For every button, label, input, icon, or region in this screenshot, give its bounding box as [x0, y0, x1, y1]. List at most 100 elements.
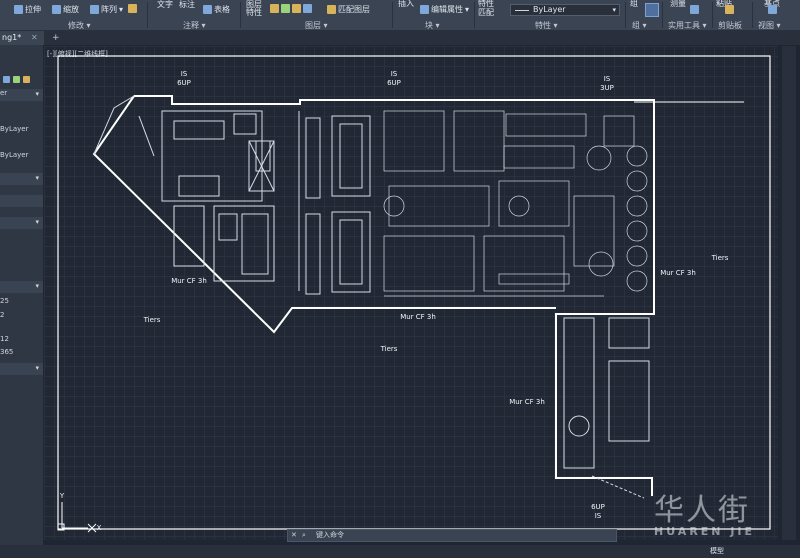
- ribbon-divider: [752, 2, 753, 28]
- stretch-icon: [14, 5, 23, 14]
- group-button[interactable]: 组: [630, 0, 638, 9]
- stair-tag-bottom: 6UP: [177, 79, 191, 87]
- insert-label: 插入: [398, 0, 414, 8]
- palette-row-value: 365: [0, 348, 14, 356]
- paste-icon-button[interactable]: [725, 5, 734, 14]
- file-tab-label: ng1*: [2, 33, 22, 42]
- stretch-label: 拉伸: [25, 5, 41, 14]
- line-sample: [515, 10, 529, 11]
- palette-row[interactable]: 2: [0, 311, 43, 319]
- chevron-down-icon: ▾: [465, 5, 470, 14]
- panel-block-label: 块: [425, 21, 433, 30]
- scale-label: 缩放: [63, 5, 79, 14]
- panel-annotation[interactable]: 注释 ▾: [183, 20, 206, 31]
- tiers-label: Tiers: [380, 345, 398, 353]
- floor-plan: IS 6UP IS 6UP IS 3UP 6UP IS Mur CF 3h Mu…: [57, 55, 771, 533]
- palette-row-value: ByLayer: [0, 151, 29, 159]
- match-properties-label: 特性匹配: [478, 0, 494, 17]
- model-space-button[interactable]: 模型: [710, 545, 724, 558]
- panel-properties-label: 特性: [535, 21, 551, 30]
- ribbon: 拉伸 缩放 阵列 ▾ 修改 ▾ 文字 标注 表格 注释 ▾ 图层特性 匹配图层: [0, 0, 800, 31]
- palette-section-header[interactable]: ▾: [0, 217, 43, 229]
- palette-row[interactable]: 365: [0, 348, 43, 356]
- close-icon[interactable]: ✕: [291, 530, 297, 541]
- close-icon[interactable]: ✕: [31, 31, 38, 45]
- quick-calc-button[interactable]: [690, 5, 699, 14]
- panel-modify-label: 修改: [68, 21, 84, 30]
- panel-block[interactable]: 块 ▾: [425, 20, 440, 31]
- file-tabs: ng1* ✕ +: [0, 31, 800, 45]
- search-icon[interactable]: ⌕: [302, 530, 306, 541]
- measure-button[interactable]: 测量: [670, 0, 686, 9]
- insert-button[interactable]: 插入: [398, 0, 414, 9]
- array-icon: [90, 5, 99, 14]
- stair-tag-top: 6UP: [591, 503, 605, 511]
- table-label: 表格: [214, 5, 230, 14]
- palette-row[interactable]: ByLayer: [0, 125, 43, 133]
- tiers-label: Tiers: [711, 254, 729, 262]
- palette-row[interactable]: 12: [0, 335, 43, 343]
- scale-icon: [52, 5, 61, 14]
- sheet-border: [57, 55, 771, 530]
- calculator-icon: [690, 5, 699, 14]
- palette-row[interactable]: 25: [0, 297, 43, 305]
- wall-rating-label: Mur CF 3h: [509, 398, 545, 406]
- match-layer-icon: [327, 5, 336, 14]
- palette-section-header[interactable]: ▾: [0, 173, 43, 185]
- palette-row[interactable]: er ▾: [0, 89, 43, 101]
- array-button[interactable]: 阵列 ▾: [90, 4, 123, 15]
- palette-pickadd-icon[interactable]: [23, 76, 30, 83]
- tiers-label: Tiers: [143, 316, 161, 324]
- vertical-scrollbar[interactable]: [782, 46, 796, 540]
- properties-palette: er ▾ ByLayer ByLayer ▾ ▾ ▾ 25 2 12 365 ▾: [0, 45, 44, 558]
- status-bar: 模型: [0, 545, 800, 558]
- panel-view-label: 视图: [758, 21, 774, 30]
- wall-rating-label: Mur CF 3h: [660, 269, 696, 277]
- scale-button[interactable]: 缩放: [52, 4, 79, 15]
- text-label: 文字: [157, 0, 173, 9]
- clipboard-icon: [725, 5, 734, 14]
- chevron-down-icon: ▾: [35, 174, 39, 182]
- panel-clipboard-label: 剪贴板: [718, 21, 742, 30]
- palette-row-value: 2: [0, 311, 5, 319]
- panel-groups[interactable]: 组 ▾: [632, 20, 647, 31]
- panel-view[interactable]: 视图 ▾: [758, 20, 781, 31]
- panel-clipboard[interactable]: 剪贴板: [718, 20, 742, 31]
- panel-layers[interactable]: 图层 ▾: [305, 20, 328, 31]
- palette-row[interactable]: ByLayer: [0, 151, 43, 159]
- service-wing: [563, 317, 650, 499]
- panel-utilities[interactable]: 实用工具 ▾: [668, 20, 707, 31]
- offset-button[interactable]: [128, 4, 137, 13]
- palette-row-value: 25: [0, 297, 9, 305]
- text-button[interactable]: 文字: [157, 0, 173, 10]
- panel-layers-label: 图层: [305, 21, 321, 30]
- layer-properties-button[interactable]: 图层特性: [246, 1, 266, 17]
- match-layer-button[interactable]: 匹配图层: [327, 4, 370, 15]
- panel-modify[interactable]: 修改 ▾: [68, 20, 91, 31]
- palette-section-header[interactable]: ▾: [0, 281, 43, 293]
- match-properties-button[interactable]: 特性匹配: [478, 0, 500, 17]
- file-tab[interactable]: ng1* ✕: [0, 31, 44, 45]
- drawing-viewport[interactable]: [-][俯视][二维线框] IS 6UP IS 6UP IS 3UP 6UP I…: [44, 46, 778, 540]
- palette-quick-select-icon[interactable]: [13, 76, 20, 83]
- stretch-button[interactable]: 拉伸: [14, 4, 41, 15]
- chevron-down-icon: ▾: [35, 218, 39, 226]
- lineweight-combo[interactable]: ByLayer ▾: [510, 4, 620, 16]
- command-input[interactable]: 键入命令: [316, 530, 344, 541]
- layer-properties-label: 图层特性: [246, 0, 262, 17]
- command-line[interactable]: ✕ ⌕ 键入命令: [287, 529, 617, 542]
- dimension-button[interactable]: 标注: [179, 0, 195, 10]
- new-tab-button[interactable]: +: [52, 31, 60, 45]
- match-layer-label: 匹配图层: [338, 5, 370, 14]
- stair-tag-bottom: IS: [595, 512, 602, 520]
- table-icon: [203, 5, 212, 14]
- palette-select-icon[interactable]: [3, 76, 10, 83]
- layer-tools[interactable]: [270, 4, 312, 13]
- edit-attributes-button[interactable]: 编辑属性 ▾: [420, 4, 469, 15]
- select-icon[interactable]: [645, 3, 659, 17]
- palette-section-header[interactable]: [0, 195, 43, 207]
- table-button[interactable]: 表格: [203, 4, 230, 15]
- base-icon-button[interactable]: [768, 5, 777, 14]
- palette-section-header[interactable]: ▾: [0, 363, 43, 375]
- panel-properties[interactable]: 特性 ▾: [535, 20, 558, 31]
